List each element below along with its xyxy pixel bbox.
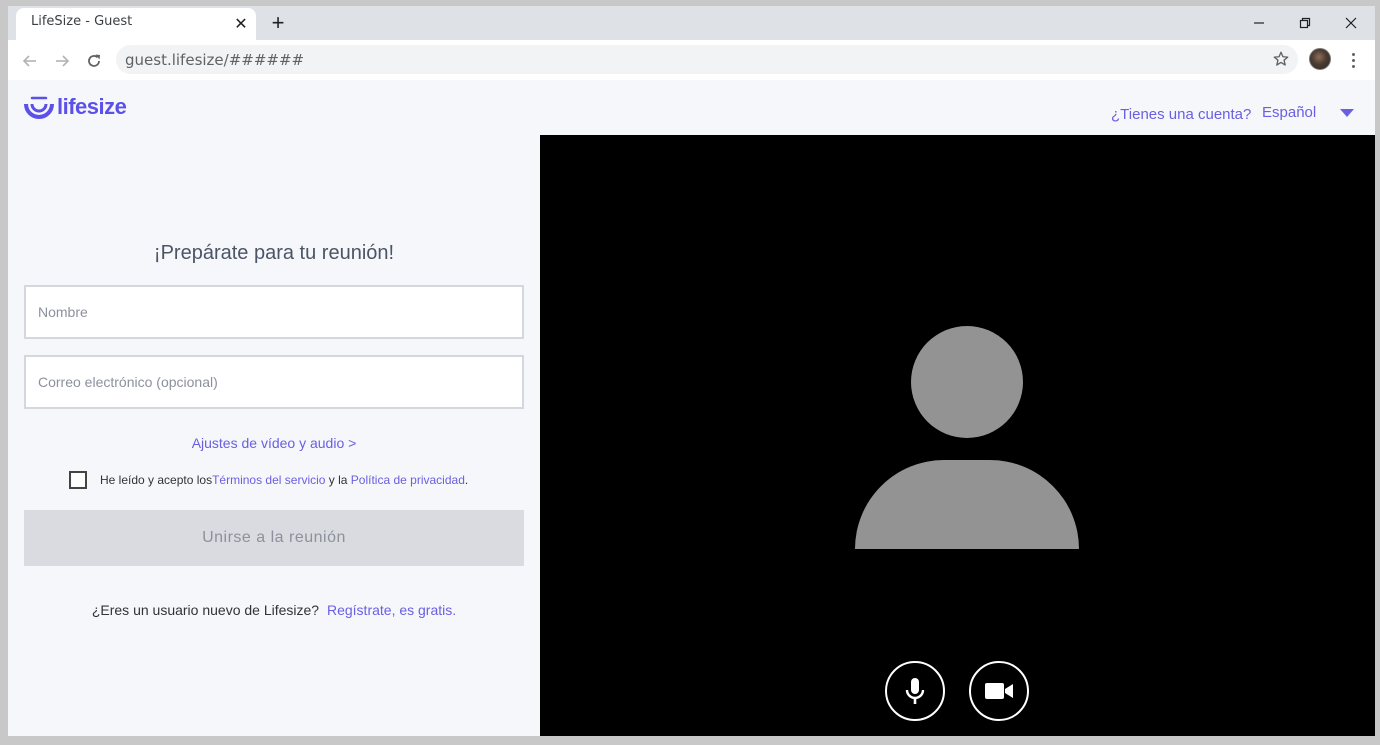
have-account-link[interactable]: ¿Tienes una cuenta? (1111, 106, 1251, 123)
terms-middle: y la (325, 473, 351, 487)
user-placeholder-body (855, 460, 1079, 549)
tab-strip: LifeSize - Guest ✕ + (8, 6, 1375, 40)
name-input[interactable] (26, 287, 522, 337)
user-placeholder-head (911, 326, 1023, 438)
url-text: guest.lifesize/###### (125, 51, 305, 69)
browser-menu-icon[interactable] (1343, 49, 1363, 71)
terms-of-service-link[interactable]: Términos del servicio (212, 473, 325, 487)
signup-link[interactable]: Regístrate, es gratis. (327, 602, 456, 618)
page-title: ¡Prepárate para tu reunión! (153, 242, 395, 264)
join-meeting-button[interactable]: Unirse a la reunión (24, 510, 524, 566)
terms-checkbox[interactable] (69, 471, 87, 489)
camera-button[interactable] (969, 661, 1029, 721)
email-input[interactable] (26, 357, 522, 407)
back-arrow-icon[interactable] (18, 49, 42, 73)
name-field[interactable] (24, 285, 524, 339)
lifesize-logo[interactable]: lifesize (24, 94, 127, 120)
new-tab-button[interactable]: + (267, 12, 289, 34)
forward-arrow-icon[interactable] (50, 49, 74, 73)
video-audio-settings-link[interactable]: Ajustes de vídeo y audio > (24, 435, 524, 451)
guest-page: lifesize ¿Tienes una cuenta? Español ¡Pr… (8, 80, 1375, 736)
restore-icon[interactable] (1294, 12, 1316, 34)
browser-toolbar: guest.lifesize/###### (8, 40, 1375, 80)
signup-row: ¿Eres un usuario nuevo de Lifesize? Regí… (24, 602, 524, 618)
tab-title: LifeSize - Guest (31, 14, 133, 29)
terms-row: He leído y acepto los Términos del servi… (69, 471, 468, 489)
language-label: Español (1262, 104, 1317, 121)
microphone-icon (905, 678, 925, 704)
browser-tab[interactable]: LifeSize - Guest ✕ (16, 8, 256, 40)
signup-question: ¿Eres un usuario nuevo de Lifesize? (91, 602, 320, 618)
lifesize-logo-icon (24, 96, 54, 119)
terms-prefix: He leído y acepto los (100, 473, 213, 487)
privacy-policy-link[interactable]: Política de privacidad (351, 473, 465, 487)
video-camera-icon (985, 683, 1013, 699)
tab-close-icon[interactable]: ✕ (232, 16, 250, 34)
close-window-icon[interactable] (1340, 12, 1362, 34)
profile-avatar[interactable] (1309, 48, 1331, 70)
chevron-down-icon (1340, 108, 1355, 117)
logo-text: lifesize (57, 94, 127, 119)
reload-icon[interactable] (82, 49, 106, 73)
microphone-button[interactable] (885, 661, 945, 721)
language-select[interactable]: Español (1262, 104, 1355, 121)
bookmark-star-icon[interactable] (1272, 50, 1290, 68)
address-bar[interactable]: guest.lifesize/###### (116, 45, 1298, 74)
video-preview (540, 135, 1375, 736)
email-field[interactable] (24, 355, 524, 409)
minimize-icon[interactable] (1248, 12, 1270, 34)
browser-window: LifeSize - Guest ✕ + guest.lifesize/####… (8, 6, 1375, 736)
terms-suffix: . (464, 473, 469, 487)
